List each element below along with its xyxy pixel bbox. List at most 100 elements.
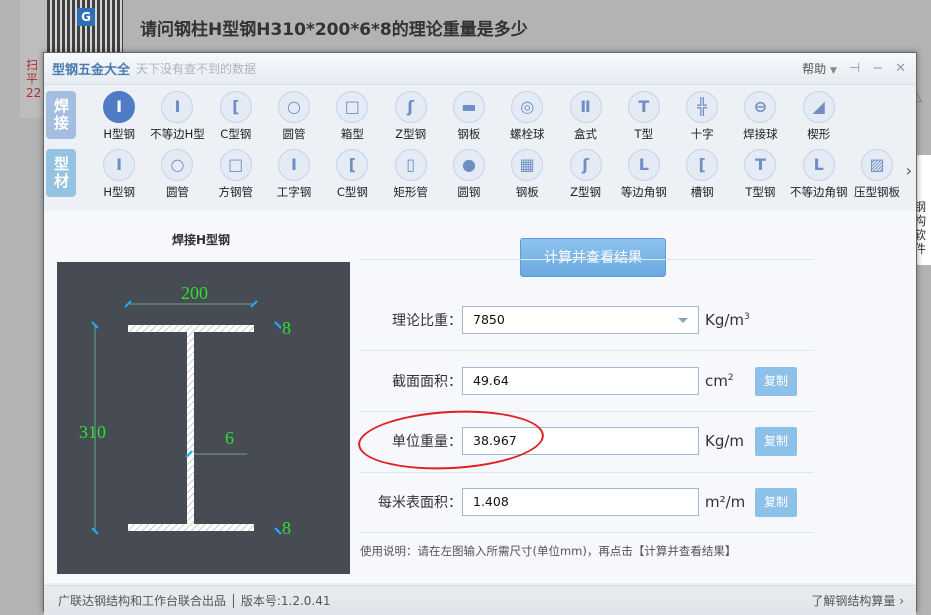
qr-caption: 扫平22 xyxy=(26,58,42,100)
shape-item[interactable]: ╬ 十字 xyxy=(673,91,731,142)
height-dimension[interactable]: 310 xyxy=(79,422,106,442)
shape-icon: □ xyxy=(219,149,252,181)
shape-label: H型钢 xyxy=(103,185,135,199)
shape-item[interactable]: ʃ Z型钢 xyxy=(381,91,439,142)
shape-icon: I xyxy=(103,149,136,181)
qr-logo: G xyxy=(77,8,95,26)
calculate-button[interactable]: 计算并查看结果 xyxy=(520,238,666,277)
shape-label: 矩形管 xyxy=(393,185,428,199)
chevron-down-icon: ▼ xyxy=(829,66,837,76)
shape-item[interactable]: T T型 xyxy=(615,91,673,142)
width-dimension[interactable]: 200 xyxy=(181,283,208,303)
shape-label: 圆管 xyxy=(282,127,306,141)
shape-label: 螺栓球 xyxy=(509,127,545,141)
surface-area-label: 每米表面积： xyxy=(378,495,462,511)
shape-item[interactable]: ▯ 矩形管 xyxy=(381,149,439,200)
minimize-button[interactable]: − xyxy=(872,61,883,76)
chevron-right-icon[interactable]: › xyxy=(906,161,912,180)
shape-item[interactable]: ▬ 钢板 xyxy=(440,91,498,142)
shape-item[interactable]: ▨ 压型钢板 xyxy=(848,149,906,200)
shape-item[interactable]: L 等边角钢 xyxy=(615,149,673,200)
category-tab[interactable]: 焊接 xyxy=(46,91,76,139)
copy-surface-button[interactable]: 复制 xyxy=(755,487,797,517)
shape-item[interactable]: □ 箱型 xyxy=(323,91,381,142)
question-title[interactable]: 请问钢柱H型钢H310*200*6*8的理论重量是多少 xyxy=(140,15,528,40)
shape-item[interactable]: I H型钢 xyxy=(90,149,148,200)
app-slogan: 天下没有查不到的数据 xyxy=(136,62,257,76)
bottom-flange xyxy=(128,524,254,531)
shape-icon: ▦ xyxy=(511,149,544,181)
shape-item[interactable]: Ⅱ 盒式 xyxy=(556,91,614,142)
app-title: 型钢五金大全 xyxy=(52,63,131,78)
copy-weight-button[interactable]: 复制 xyxy=(755,426,797,456)
shape-item[interactable]: I 工字钢 xyxy=(265,149,323,200)
shape-item[interactable]: I 不等边H型 xyxy=(148,91,206,142)
steel-tool-window: 型钢五金大全 天下没有查不到的数据 帮助 ▼ ⊣ − ✕ 焊接 I H型钢 I 不等边H… xyxy=(43,52,917,615)
area-label: 截面面积： xyxy=(392,374,462,390)
shape-label: T型钢 xyxy=(745,185,776,199)
shape-item[interactable]: ◎ 螺栓球 xyxy=(498,91,556,142)
shape-icon: I xyxy=(278,149,311,181)
category-tab[interactable]: 型材 xyxy=(46,149,76,197)
copy-area-button[interactable]: 复制 xyxy=(755,366,797,396)
pin-icon[interactable]: ⊣ xyxy=(849,61,860,76)
calculator-panel: 焊接H型钢 200 310 6 8 8 计算并查看结果 理论比重： 7850 K… xyxy=(44,211,916,583)
surface-area-row: 每米表面积： 1.408 m²/m 复制 xyxy=(360,487,830,517)
shape-label: 圆管 xyxy=(165,185,189,199)
category-row: 焊接 I H型钢 I 不等边H型 [C型钢 ○ 圆管 □ 箱型 ʃ Z型钢 ▬ 钢板 ◎ 螺栓球 Ⅱ 盒式 T T型 ╬… xyxy=(44,91,916,149)
divider xyxy=(360,472,814,473)
shape-icon: ◎ xyxy=(511,91,544,123)
shape-icon: I xyxy=(103,91,136,123)
bottom-flange-thickness[interactable]: 8 xyxy=(282,518,291,538)
top-flange-thickness[interactable]: 8 xyxy=(282,318,291,338)
shape-icon: □ xyxy=(336,91,369,123)
area-field[interactable]: 49.64 xyxy=(462,367,699,395)
shape-item[interactable]: T T型钢 xyxy=(731,149,789,200)
h-beam-diagram: 200 310 6 8 8 xyxy=(57,262,350,574)
title-bar: 型钢五金大全 天下没有查不到的数据 帮助 ▼ ⊣ − ✕ xyxy=(44,53,916,85)
shape-label: T型 xyxy=(634,127,654,141)
shape-item[interactable]: [C型钢 xyxy=(207,91,265,142)
shape-item[interactable]: ▦ 钢板 xyxy=(498,149,556,200)
help-label: 帮助 xyxy=(802,62,827,76)
shape-item[interactable]: ○ 圆管 xyxy=(265,91,323,142)
density-select[interactable]: 7850 xyxy=(462,306,699,334)
shape-label: 槽钢 xyxy=(690,185,714,199)
shape-label: 十字 xyxy=(690,127,714,141)
shape-label: 焊接球 xyxy=(743,127,778,141)
shape-item[interactable]: ○ 圆管 xyxy=(148,149,206,200)
usage-note: 使用说明：请在左图输入所需尺寸(单位mm)，再点击【计算并查看结果】 xyxy=(360,544,737,558)
shape-item[interactable]: [C型钢 xyxy=(323,149,381,200)
density-value: 7850 xyxy=(473,312,505,327)
shape-item[interactable]: L 不等边角钢 xyxy=(790,149,848,200)
diagram-title: 焊接H型钢 xyxy=(172,233,231,247)
shape-item[interactable]: [ 槽钢 xyxy=(673,149,731,200)
help-menu[interactable]: 帮助 ▼ xyxy=(802,60,837,77)
web xyxy=(187,332,194,524)
divider xyxy=(360,532,814,533)
shape-item[interactable]: □ 方钢管 xyxy=(207,149,265,200)
shape-icon: ▯ xyxy=(394,149,427,181)
shape-icon: Ⅱ xyxy=(569,91,602,123)
shape-item[interactable]: ʃ Z型钢 xyxy=(556,149,614,200)
shape-item[interactable]: ◢ 楔形 xyxy=(790,91,848,142)
area-row: 截面面积： 49.64 cm2 复制 xyxy=(360,366,830,396)
shape-icon: [ xyxy=(686,149,719,181)
shape-icon: ▬ xyxy=(452,91,485,123)
shape-icon: ╬ xyxy=(686,91,719,123)
shape-icon: ○ xyxy=(278,91,311,123)
web-thickness-dimension[interactable]: 6 xyxy=(225,428,234,448)
footer-credits: 广联达钢结构和工作台联合出品 │ 版本号:1.2.0.41 xyxy=(58,594,331,608)
close-button[interactable]: ✕ xyxy=(895,61,906,76)
chevron-down-icon xyxy=(678,318,688,323)
surface-area-field[interactable]: 1.408 xyxy=(462,488,699,516)
shape-icon: I xyxy=(161,91,194,123)
shape-item[interactable]: ● 圆钢 xyxy=(440,149,498,200)
shape-item[interactable]: I H型钢 xyxy=(90,91,148,142)
unit-weight-unit: Kg/m xyxy=(705,432,745,450)
shape-label: 盒式 xyxy=(574,127,598,141)
shape-label: 压型钢板 xyxy=(854,185,900,199)
shape-label: 钢板 xyxy=(515,185,539,199)
divider xyxy=(360,350,814,351)
shape-item[interactable]: ⊖ 焊接球 xyxy=(731,91,789,142)
